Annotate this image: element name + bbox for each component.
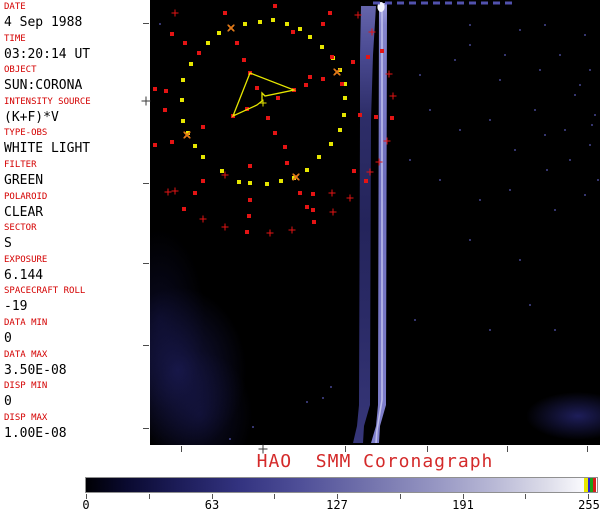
field-label: POLAROID bbox=[4, 192, 150, 203]
colorbar-tick-label: 127 bbox=[326, 499, 348, 511]
pointing-polygon bbox=[233, 73, 294, 116]
field-value: 6.144 bbox=[4, 268, 150, 283]
frame-cross-mark bbox=[259, 445, 268, 454]
frame-tick-bottom bbox=[181, 446, 182, 452]
metadata-field: FILTER GREEN bbox=[4, 160, 150, 192]
field-value: GREEN bbox=[4, 173, 150, 188]
colorbar-saturation-stripe bbox=[593, 478, 596, 492]
field-label: FILTER bbox=[4, 160, 150, 171]
field-value: WHITE LIGHT bbox=[4, 141, 150, 156]
field-value: 1.00E-08 bbox=[4, 426, 150, 441]
frame-tick-bottom bbox=[587, 446, 588, 452]
field-label: DATE bbox=[4, 2, 150, 13]
frame-tick-left bbox=[143, 428, 149, 429]
colorbar-tick bbox=[149, 494, 150, 499]
metadata-field: DATE 4 Sep 1988 bbox=[4, 2, 150, 34]
field-label: TYPE-OBS bbox=[4, 128, 150, 139]
frame-tick-left bbox=[143, 23, 149, 24]
colorbar-tick bbox=[525, 494, 526, 499]
field-label: DATA MAX bbox=[4, 350, 150, 361]
field-value: 0 bbox=[4, 394, 150, 409]
smm-coronagraph-viewer: DATE 4 Sep 1988 TIME 03:20:14 UT OBJECT SUN:C… bbox=[0, 0, 600, 512]
field-value: 03:20:14 UT bbox=[4, 47, 150, 62]
field-label: EXPOSURE bbox=[4, 255, 150, 266]
colorbar-tick bbox=[400, 494, 401, 499]
metadata-field: SPACECRAFT ROLL -19 bbox=[4, 286, 150, 318]
metadata-sidebar: DATE 4 Sep 1988 TIME 03:20:14 UT OBJECT SUN:C… bbox=[0, 0, 150, 445]
metadata-field: DISP MIN 0 bbox=[4, 381, 150, 413]
field-value: S bbox=[4, 236, 150, 251]
colorbar-tick-label: 63 bbox=[205, 499, 219, 511]
frame-tick-left bbox=[143, 263, 149, 264]
field-value: 4 Sep 1988 bbox=[4, 15, 150, 30]
pointing-overlay bbox=[150, 0, 600, 445]
field-label: INTENSITY SOURCE bbox=[4, 97, 150, 108]
image-panel[interactable] bbox=[150, 0, 600, 445]
metadata-field: DATA MAX 3.50E-08 bbox=[4, 350, 150, 382]
colorbar-tick-label: 0 bbox=[82, 499, 89, 511]
field-label: SECTOR bbox=[4, 223, 150, 234]
field-value: SUN:CORONA bbox=[4, 78, 150, 93]
field-label: SPACECRAFT ROLL bbox=[4, 286, 150, 297]
field-label: TIME bbox=[4, 34, 150, 45]
field-value: (K+F)*V bbox=[4, 110, 150, 125]
frame-tick-left bbox=[143, 345, 149, 346]
frame-tick-left bbox=[143, 183, 149, 184]
metadata-field: OBJECT SUN:CORONA bbox=[4, 65, 150, 97]
frame-tick-bottom bbox=[427, 446, 428, 452]
field-value: 0 bbox=[4, 331, 150, 346]
field-value: 3.50E-08 bbox=[4, 363, 150, 378]
frame-tick-bottom bbox=[345, 446, 346, 452]
colorbar-tick bbox=[274, 494, 275, 499]
field-value: -19 bbox=[4, 299, 150, 314]
field-label: DISP MAX bbox=[4, 413, 150, 424]
field-label: DATA MIN bbox=[4, 318, 150, 329]
field-value: CLEAR bbox=[4, 205, 150, 220]
field-label: OBJECT bbox=[4, 65, 150, 76]
metadata-field: SECTOR S bbox=[4, 223, 150, 255]
metadata-field: INTENSITY SOURCE (K+F)*V bbox=[4, 97, 150, 129]
field-label: DISP MIN bbox=[4, 381, 150, 392]
colorbar-tick-label: 191 bbox=[452, 499, 474, 511]
metadata-field: DATA MIN 0 bbox=[4, 318, 150, 350]
metadata-field: DISP MAX 1.00E-08 bbox=[4, 413, 150, 445]
colorbar-tick-label: 255 bbox=[578, 499, 600, 511]
metadata-field: POLAROID CLEAR bbox=[4, 192, 150, 224]
metadata-field: EXPOSURE 6.144 bbox=[4, 255, 150, 287]
metadata-field: TIME 03:20:14 UT bbox=[4, 34, 150, 66]
metadata-field: TYPE-OBS WHITE LIGHT bbox=[4, 128, 150, 160]
frame-tick-bottom bbox=[507, 446, 508, 452]
colorbar bbox=[85, 477, 598, 493]
image-title: HAO SMM Coronagraph bbox=[150, 452, 600, 472]
